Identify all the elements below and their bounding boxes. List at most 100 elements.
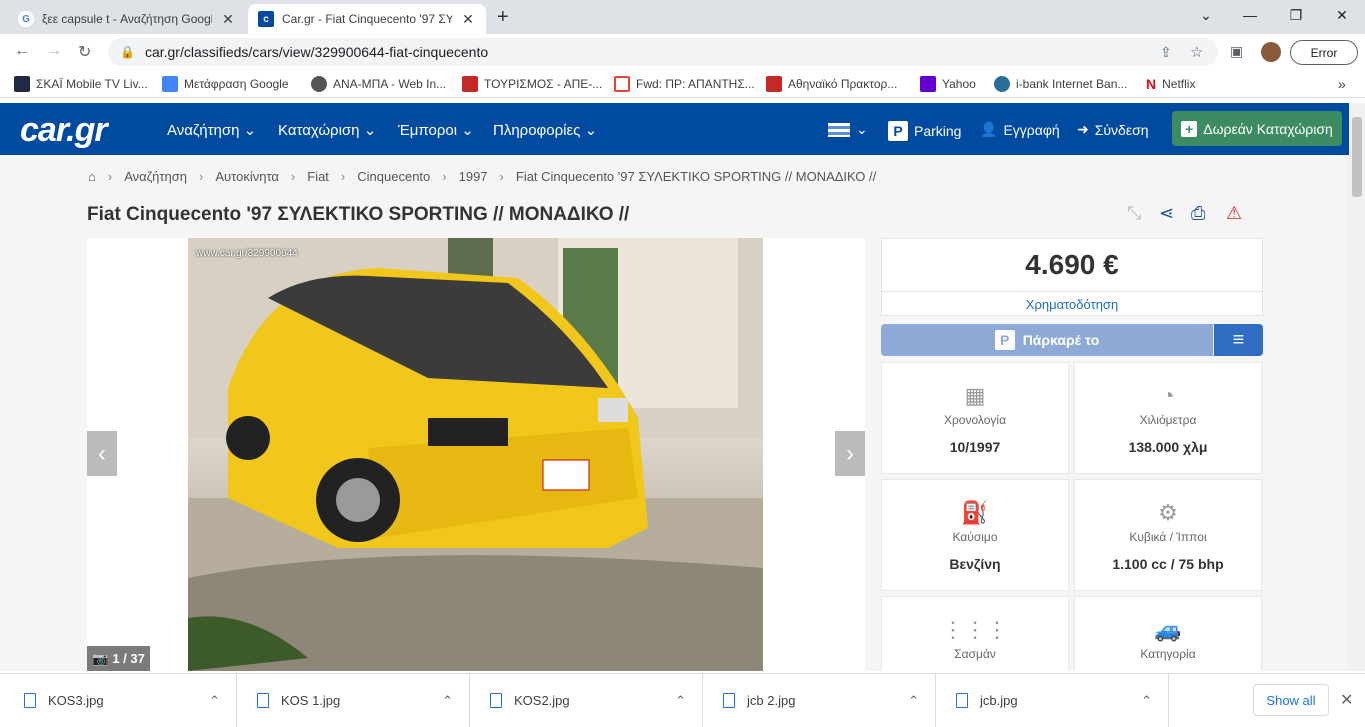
bookmark-item[interactable]: N Netflix [1146, 76, 1195, 92]
scrollbar-thumb[interactable] [1352, 117, 1362, 197]
translate-icon [162, 76, 178, 92]
close-tab-icon[interactable]: ✕ [460, 11, 476, 28]
bookmark-item[interactable]: ΑΝΑ-ΜΠΑ - Web In... [311, 76, 446, 92]
parking-icon: P [888, 121, 908, 141]
bookmark-item[interactable]: Fwd: ΠΡ: ΑΠΑΝΤΗΣ... [614, 76, 755, 92]
calendar-icon: ▦ [964, 383, 986, 408]
lock-icon[interactable]: 🔒 [120, 45, 135, 59]
image-file-icon [956, 693, 968, 708]
share-icon[interactable]: ⋖ [1159, 203, 1174, 224]
breadcrumb-item[interactable]: Cinquecento [357, 169, 430, 184]
register-link[interactable]: 👤 Εγγραφή [980, 121, 1060, 138]
bookmark-item[interactable]: i-bank Internet Ban... [994, 76, 1127, 92]
chevron-up-icon[interactable]: ⌃ [675, 693, 686, 709]
breadcrumb-item[interactable]: 1997 [459, 169, 488, 184]
share-icon[interactable]: ⇪ [1160, 44, 1172, 61]
park-button[interactable]: P Πάρκαρέ το [881, 324, 1213, 356]
new-tab-button[interactable]: + [497, 6, 509, 29]
parking-icon: P [994, 330, 1015, 350]
download-item[interactable]: jcb.jpg ⌃ [936, 674, 1169, 727]
user-plus-icon: 👤 [980, 121, 998, 137]
bookmark-star-icon[interactable]: ☆ [1190, 43, 1203, 61]
nav-listing[interactable]: Καταχώριση ⌄ [278, 121, 376, 139]
camera-icon: 📷 [92, 650, 109, 666]
watermark: www.car.gr/329900644 [196, 248, 298, 259]
more-bookmarks-icon[interactable]: » [1338, 76, 1346, 92]
playlist-add-icon: ≡ [1232, 328, 1245, 351]
site-logo[interactable]: car.gr [20, 111, 108, 150]
close-icon[interactable]: ✕ [1340, 690, 1353, 710]
add-to-list-button[interactable]: ≡ [1214, 324, 1263, 356]
bookmark-item[interactable]: Αθηναϊκό Πρακτορ... [766, 76, 897, 92]
back-icon[interactable]: ← [14, 42, 30, 60]
chevron-down-icon: ⌄ [243, 122, 257, 139]
tab-cargr[interactable]: c Car.gr - Fiat Cinquecento '97 ΣΥΛ ✕ [248, 4, 486, 34]
prev-photo-button[interactable]: ‹ [87, 431, 117, 476]
print-icon[interactable]: ⎙ [1191, 203, 1205, 224]
breadcrumb-item[interactable]: Fiat [307, 169, 329, 184]
minimize-button[interactable]: — [1227, 0, 1273, 30]
tab-google-search[interactable]: G ξεε capsule t - Αναζήτηση Google ✕ [8, 4, 246, 34]
profile-error-button[interactable]: Error [1290, 40, 1358, 65]
spec-engine: ⚙ Κυβικά / Ίπποι 1.100 cc / 75 bhp [1074, 479, 1262, 591]
show-all-button[interactable]: Show all [1253, 684, 1329, 716]
finance-link[interactable]: Χρηματοδότηση [882, 291, 1262, 317]
forward-icon[interactable]: → [46, 42, 62, 60]
home-icon[interactable]: ⌂ [88, 169, 96, 184]
free-listing-button[interactable]: + Δωρεάν Καταχώριση [1172, 111, 1342, 146]
price: 4.690 € [1025, 249, 1119, 280]
chevron-up-icon[interactable]: ⌃ [1141, 693, 1152, 709]
chevron-down-icon: ⌄ [461, 122, 474, 139]
close-window-button[interactable]: ✕ [1319, 0, 1365, 30]
bookmark-item[interactable]: ΤΟΥΡΙΣΜΟΣ - ΑΠΕ-... [462, 76, 602, 92]
image-file-icon [24, 693, 36, 708]
download-item[interactable]: KOS3.jpg ⌃ [4, 674, 237, 727]
chevron-down-icon: ⌄ [856, 121, 868, 137]
nav-dealers[interactable]: Έμποροι ⌄ [398, 121, 474, 139]
spec-mileage: ◔ Χιλιόμετρα 138.000 χλμ [1074, 362, 1262, 474]
nav-search[interactable]: Αναζήτηση ⌄ [167, 121, 256, 139]
chevron-down-icon[interactable]: ⌄ [1183, 0, 1229, 30]
globe-icon [311, 76, 327, 92]
page-scrollbar[interactable] [1349, 103, 1365, 671]
spec-category: 🚙 Κατηγορία [1074, 596, 1262, 671]
next-photo-button[interactable]: › [835, 431, 865, 476]
bookmark-item[interactable]: Μετάφραση Google [162, 76, 289, 92]
parking-link[interactable]: P Parking [888, 121, 961, 141]
download-shelf: KOS3.jpg ⌃ KOS 1.jpg ⌃ KOS2.jpg ⌃ jcb 2.jpg… [0, 673, 1365, 727]
language-selector[interactable]: ⌄ [828, 121, 868, 138]
car-photo[interactable]: www.car.gr/329900644 [188, 238, 763, 671]
compare-icon[interactable]: ⤡ [1127, 203, 1141, 224]
reload-icon[interactable]: ↻ [78, 42, 91, 62]
bookmark-item[interactable]: ΣΚΑΪ Mobile TV Liv... [14, 76, 148, 92]
nav-info[interactable]: Πληροφορίες ⌄ [493, 121, 597, 139]
login-link[interactable]: ➜ Σύνδεση [1077, 121, 1149, 138]
image-file-icon [723, 693, 735, 708]
photo-gallery: www.car.gr/329900644 ‹ › 📷 1 / 37 [87, 238, 865, 671]
chevron-down-icon: ⌄ [363, 122, 377, 139]
download-item[interactable]: KOS 1.jpg ⌃ [237, 674, 470, 727]
google-icon: G [18, 11, 34, 27]
site-header: car.gr Αναζήτηση ⌄ Καταχώριση ⌄ Έμποροι … [0, 103, 1349, 155]
url-text: car.gr/classifieds/cars/view/329900644-f… [144, 44, 489, 60]
restore-button[interactable]: ❐ [1273, 0, 1319, 30]
tab-title: Car.gr - Fiat Cinquecento '97 ΣΥΛ [282, 12, 452, 26]
gmail-icon [614, 76, 630, 92]
cargr-icon: c [258, 11, 274, 27]
chevron-up-icon[interactable]: ⌃ [209, 693, 220, 709]
sidepanel-icon[interactable]: ▣ [1230, 43, 1243, 60]
chevron-up-icon[interactable]: ⌃ [908, 693, 919, 709]
breadcrumb-item[interactable]: Αναζήτηση [124, 169, 187, 184]
chevron-up-icon[interactable]: ⌃ [442, 693, 453, 709]
report-icon[interactable]: ⚠ [1226, 203, 1242, 224]
bookmark-item[interactable]: Yahoo [920, 76, 976, 92]
avatar[interactable] [1261, 42, 1281, 62]
download-item[interactable]: KOS2.jpg ⌃ [470, 674, 703, 727]
engine-icon: ⚙ [1158, 500, 1178, 525]
breadcrumb-item[interactable]: Αυτοκίνητα [215, 169, 279, 184]
chevron-down-icon: ⌄ [584, 122, 598, 139]
download-item[interactable]: jcb 2.jpg ⌃ [703, 674, 936, 727]
close-tab-icon[interactable]: ✕ [220, 11, 236, 28]
gearbox-icon: ⋮⋮⋮ [942, 617, 1008, 642]
address-bar[interactable]: 🔒 car.gr/classifieds/cars/view/329900644… [108, 38, 1218, 66]
